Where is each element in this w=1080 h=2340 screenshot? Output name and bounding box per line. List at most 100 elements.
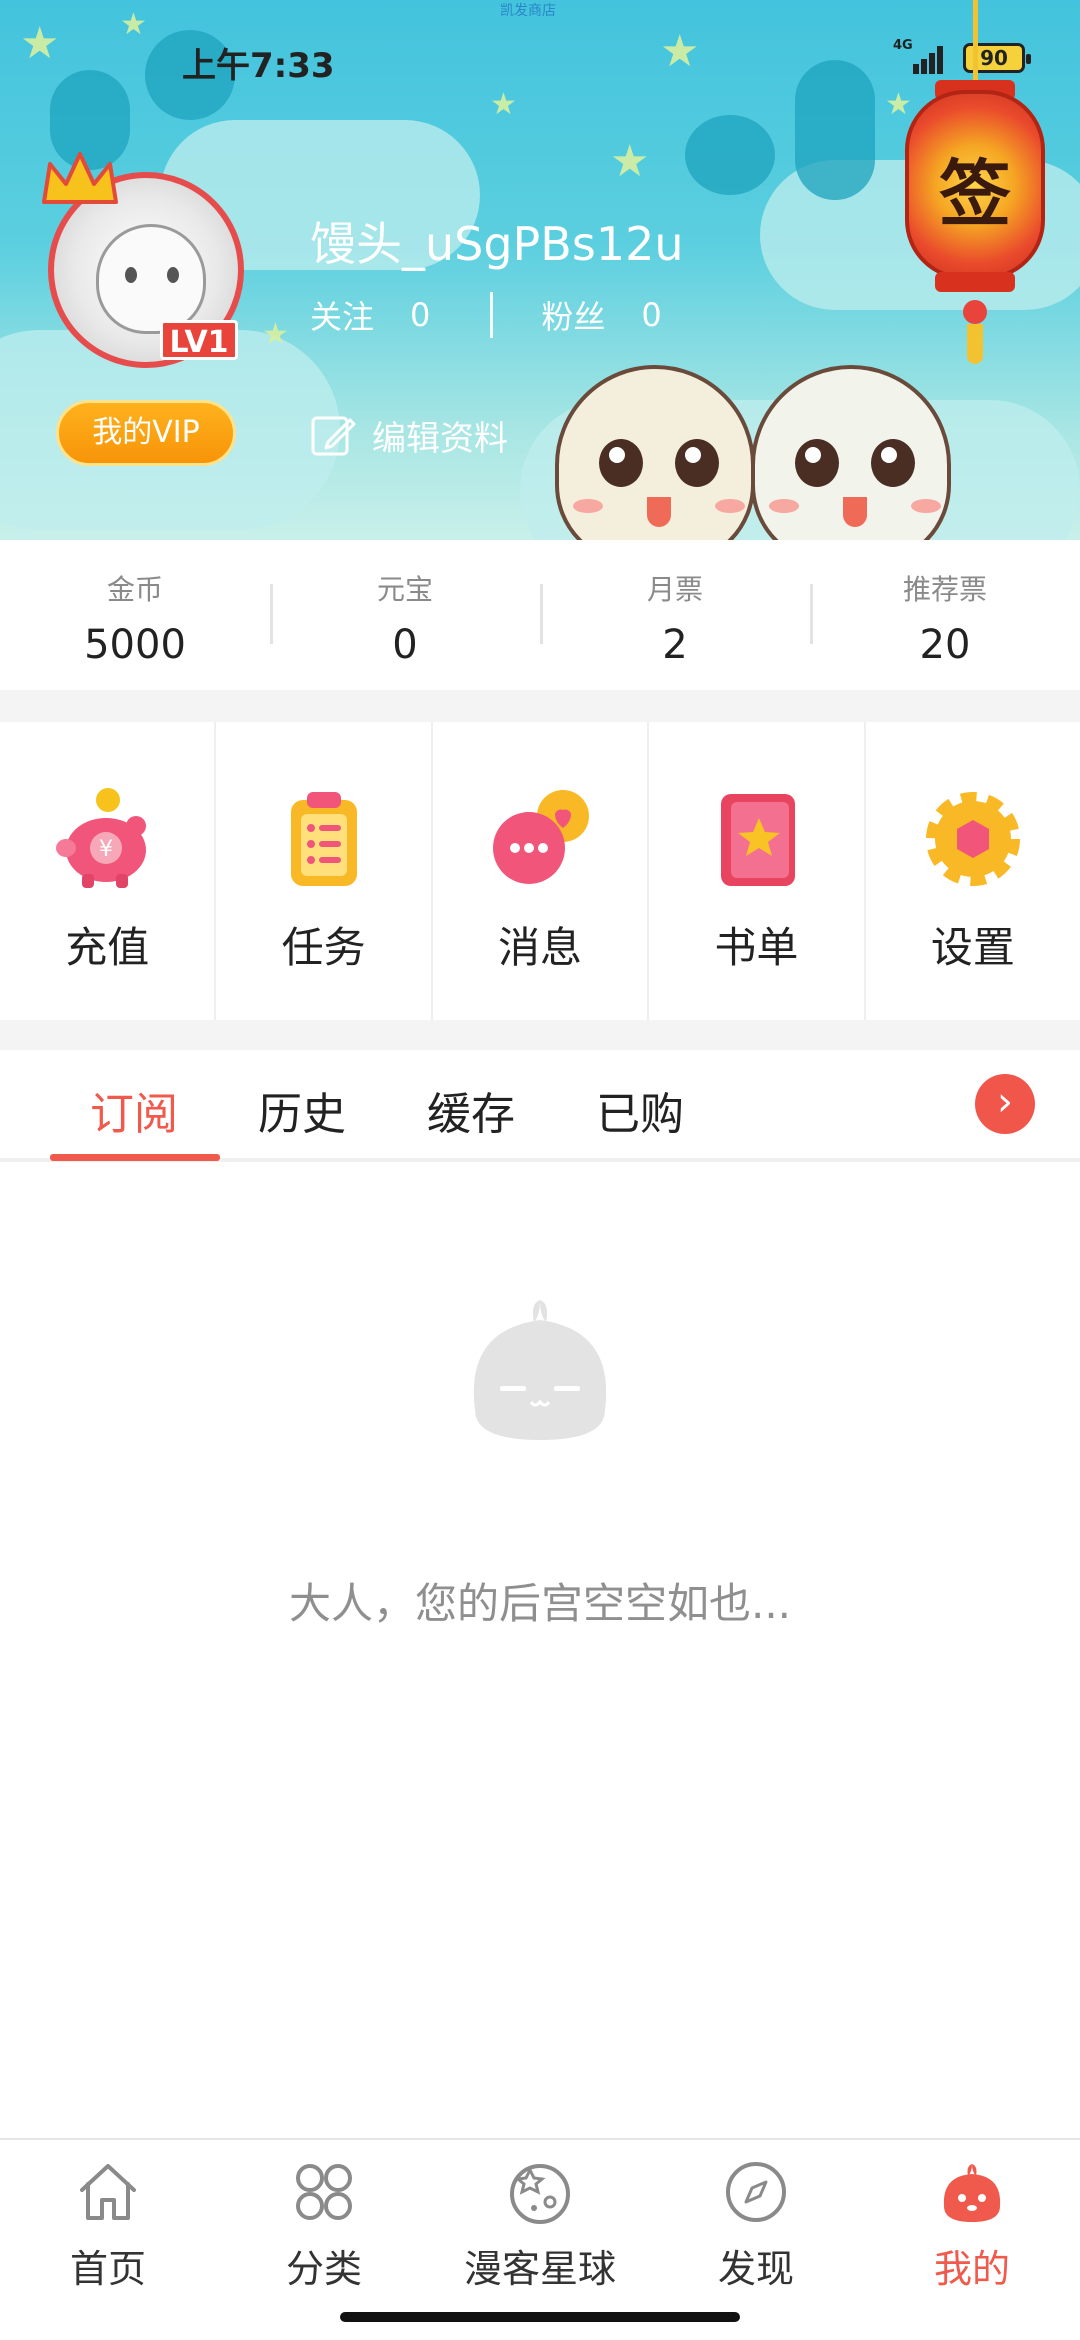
clipboard-icon <box>290 792 357 886</box>
edit-profile-label: 编辑资料 <box>372 418 508 459</box>
menu-item-recharge[interactable]: ¥ 充值 <box>0 722 214 1020</box>
mascot-eye <box>795 439 839 487</box>
nav-discover[interactable]: 发现 <box>648 2140 864 2340</box>
nav-label: 我的 <box>933 2247 1010 2291</box>
star-icon: ★ <box>120 7 147 42</box>
follow-label[interactable]: 关注 <box>310 292 374 338</box>
stat-gold-coins[interactable]: 金币 5000 <box>0 540 270 690</box>
divider <box>490 292 494 338</box>
status-time: 上午7:33 <box>182 46 335 86</box>
section-gap <box>0 690 1080 722</box>
mascot-blush <box>911 499 941 513</box>
stat-label: 元宝 <box>376 573 433 606</box>
home-indicator[interactable] <box>340 2312 740 2322</box>
mascot-icon <box>943 2164 1001 2222</box>
star-icon: ★ <box>262 317 289 352</box>
follow-count[interactable]: 0 <box>410 296 430 334</box>
tab-cache[interactable]: 缓存 <box>427 1078 515 1142</box>
menu-label: 消息 <box>498 923 583 972</box>
stat-value: 2 <box>662 622 688 668</box>
avatar[interactable]: LV1 <box>40 152 250 370</box>
stat-value: 5000 <box>84 622 186 668</box>
lantern-decoration <box>795 60 875 200</box>
empty-mascot-icon <box>473 1300 607 1440</box>
feature-menu: ¥ 充值 任务 消息 书单 设置 <box>0 722 1080 1020</box>
mascot-blush <box>769 499 799 513</box>
piggy-bank-icon: ¥ <box>56 788 147 888</box>
menu-label: 设置 <box>930 923 1015 972</box>
star-icon: ★ <box>610 136 650 187</box>
lantern-tassel <box>967 324 983 364</box>
nav-label: 首页 <box>69 2247 146 2291</box>
crown-icon <box>42 152 118 204</box>
vip-button[interactable]: 我的VIP <box>56 400 236 466</box>
profile-header: ★ ★ ★ ★ ★ ★ ★ 凯发商店 上午7:33 4G 90 LV1 馒头_u… <box>0 0 1080 540</box>
lantern-decoration <box>685 115 775 195</box>
mascot-eye <box>675 439 719 487</box>
mascot-eye <box>871 439 915 487</box>
tab-purchased[interactable]: 已购 <box>596 1078 684 1142</box>
status-top-text: 凯发商店 <box>500 3 556 19</box>
menu-label: 书单 <box>714 923 799 972</box>
sign-in-lantern-button[interactable]: 签 <box>905 0 1045 370</box>
star-icon: ★ <box>490 87 517 122</box>
stat-monthly-ticket[interactable]: 月票 2 <box>540 540 810 690</box>
avatar-eye <box>125 267 137 283</box>
home-icon <box>80 2164 136 2220</box>
avatar-face <box>96 224 206 334</box>
menu-label: 任务 <box>281 923 366 972</box>
nav-home[interactable]: 首页 <box>0 2140 216 2340</box>
section-gap <box>0 1020 1080 1050</box>
tab-history[interactable]: 历史 <box>258 1078 346 1142</box>
edit-profile-button[interactable]: 编辑资料 <box>310 410 508 460</box>
book-star-icon <box>721 794 796 886</box>
avatar-eye <box>167 267 179 283</box>
menu-item-settings[interactable]: 设置 <box>863 722 1080 1020</box>
chat-bubble-icon <box>493 790 590 884</box>
library-tabs: 订阅 历史 缓存 已购 › <box>0 1050 1080 1162</box>
mascot-eye <box>599 439 643 487</box>
nav-planet[interactable]: 漫客星球 <box>432 2140 648 2340</box>
username: 馒头_uSgPBs12u <box>310 217 684 271</box>
nav-mine[interactable]: 我的 <box>864 2140 1080 2340</box>
menu-item-tasks[interactable]: 任务 <box>214 722 430 1020</box>
stat-recommend-ticket[interactable]: 推荐票 20 <box>810 540 1080 690</box>
grid-icon <box>296 2164 352 2220</box>
bottom-navigation: 首页 分类 漫客星球 发现 我的 <box>0 2138 1080 2340</box>
stat-label: 推荐票 <box>902 573 987 606</box>
menu-label: 充值 <box>65 923 150 972</box>
svg-text:¥: ¥ <box>99 837 113 862</box>
lantern-tassel <box>963 300 987 324</box>
tab-active-indicator <box>50 1154 220 1161</box>
empty-state-message: 大人，您的后宫空空如也... <box>288 1579 792 1628</box>
star-icon: ★ <box>660 26 700 77</box>
menu-item-messages[interactable]: 消息 <box>430 722 647 1020</box>
chevron-right-icon[interactable]: › <box>975 1074 1035 1134</box>
lantern-string <box>973 0 978 90</box>
level-badge: LV1 <box>160 320 238 360</box>
mascot-blush <box>573 499 603 513</box>
follow-stats: 关注 0 粉丝 0 <box>310 292 662 338</box>
mascot-mouth <box>647 497 671 527</box>
nav-label: 漫客星球 <box>463 2247 616 2291</box>
menu-item-booklist[interactable]: 书单 <box>647 722 863 1020</box>
fans-count[interactable]: 0 <box>641 296 661 334</box>
currency-stats: 金币 5000 元宝 0 月票 2 推荐票 20 <box>0 540 1080 690</box>
planet-icon <box>510 2164 570 2224</box>
star-icon: ★ <box>20 18 60 69</box>
stat-yuanbao[interactable]: 元宝 0 <box>270 540 540 690</box>
compass-icon <box>726 2162 786 2222</box>
lantern-cap <box>935 272 1015 292</box>
mascot-right <box>751 365 951 540</box>
tab-subscriptions[interactable]: 订阅 <box>90 1078 178 1142</box>
stat-label: 金币 <box>106 573 163 606</box>
stat-value: 0 <box>392 622 418 668</box>
edit-icon <box>311 416 356 456</box>
mascot-left <box>555 365 755 540</box>
nav-label: 发现 <box>717 2247 794 2291</box>
nav-category[interactable]: 分类 <box>216 2140 432 2340</box>
mascot-mouth <box>843 497 867 527</box>
fans-label[interactable]: 粉丝 <box>541 292 605 338</box>
app-root: ★ ★ ★ ★ ★ ★ ★ 凯发商店 上午7:33 4G 90 LV1 馒头_u… <box>0 0 1080 2340</box>
mascot-blush <box>715 499 745 513</box>
